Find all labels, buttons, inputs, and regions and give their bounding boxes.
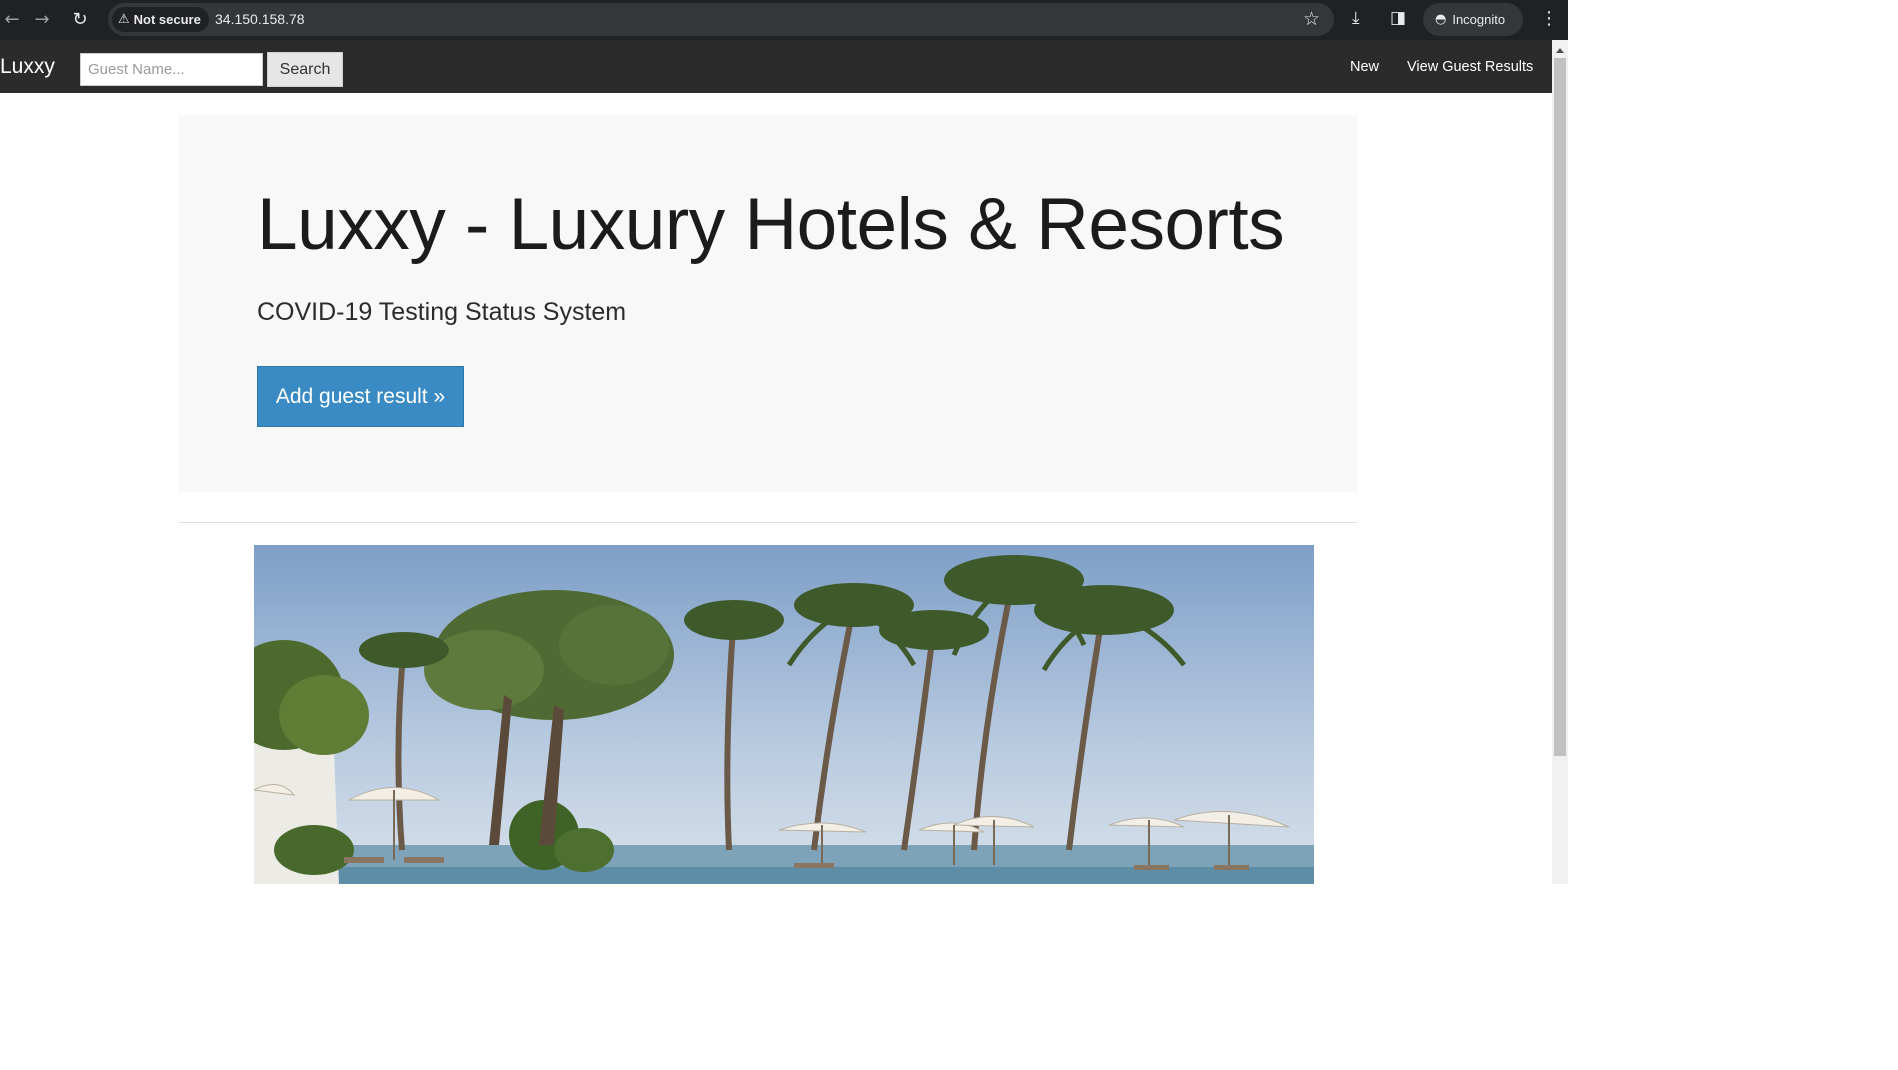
add-guest-result-button[interactable]: Add guest result » (257, 366, 464, 427)
side-panel-icon[interactable]: ◨ (1390, 8, 1406, 28)
site-navbar: Luxxy Search New View Guest Results (0, 40, 1552, 93)
browser-toolbar: ← → ↻ ⚠ Not secure 34.150.158.78 ☆ ⤓ ◨ ◓… (0, 0, 1568, 40)
security-chip[interactable]: ⚠ Not secure (112, 7, 209, 32)
scroll-thumb[interactable] (1554, 58, 1566, 756)
hero-jumbotron: Luxxy - Luxury Hotels & Resorts COVID-19… (179, 115, 1357, 492)
incognito-label: Incognito (1452, 12, 1506, 27)
back-arrow-icon[interactable]: ← (0, 8, 24, 32)
nav-link-view-guest-results[interactable]: View Guest Results (1407, 59, 1533, 75)
incognito-chip[interactable]: ◓ Incognito (1423, 3, 1523, 36)
section-divider (179, 522, 1357, 523)
menu-kebab-icon[interactable]: ⋮ (1540, 8, 1558, 29)
url-text[interactable]: 34.150.158.78 (215, 11, 305, 27)
page-scrollbar[interactable] (1552, 40, 1568, 884)
download-icon[interactable]: ⤓ (1352, 8, 1360, 28)
scroll-up-arrow-icon[interactable] (1556, 48, 1564, 53)
security-label: Not secure (133, 12, 201, 27)
warning-icon: ⚠ (118, 12, 130, 27)
brand-logo[interactable]: Luxxy (0, 55, 55, 79)
incognito-icon: ◓ (1435, 12, 1447, 27)
page-title: Luxxy - Luxury Hotels & Resorts (257, 184, 1285, 265)
nav-link-new[interactable]: New (1350, 59, 1379, 75)
search-button[interactable]: Search (267, 52, 343, 87)
page-subtitle: COVID-19 Testing Status System (257, 298, 627, 326)
resort-photo (254, 545, 1314, 884)
forward-arrow-icon[interactable]: → (30, 8, 54, 32)
star-icon[interactable]: ☆ (1303, 8, 1320, 30)
guest-search-input[interactable] (80, 53, 263, 86)
address-bar[interactable]: ⚠ Not secure 34.150.158.78 ☆ (108, 3, 1334, 36)
reload-icon[interactable]: ↻ (68, 8, 92, 32)
